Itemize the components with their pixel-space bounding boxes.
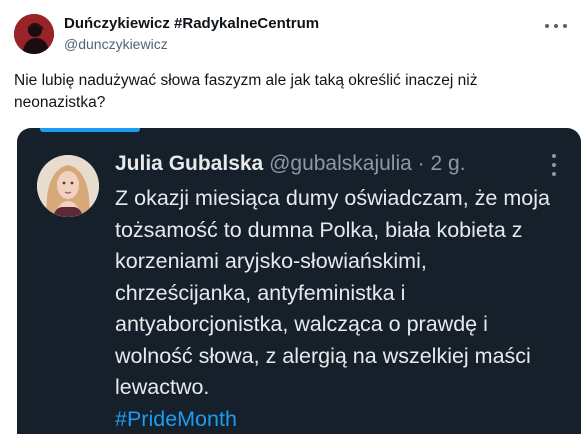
avatar-image [14,14,54,54]
embedded-hashtag: #PrideMonth [115,406,237,431]
embedded-avatar-image [37,155,99,217]
tweet-text: Nie lubię nadużywać słowa faszyzm ale ja… [14,72,478,111]
embedded-body: Z okazji miesiąca dumy oświadczam, że mo… [115,186,550,399]
embedded-display-name: Julia Gubalska [115,152,264,175]
more-vertical-icon [552,154,556,176]
embedded-text: Z okazji miesiąca dumy oświadczam, że mo… [115,183,555,434]
display-name[interactable]: Duńczykiewicz #RadykalneCentrum [64,14,319,33]
user-avatar[interactable] [14,14,54,54]
embedded-header: Julia Gubalska @gubalskajulia · 2 g. [115,150,466,178]
user-info: Duńczykiewicz #RadykalneCentrum @dunczyk… [64,14,319,54]
tweet-card: Duńczykiewicz #RadykalneCentrum @dunczyk… [0,0,581,434]
embedded-handle: @gubalskajulia [269,152,412,175]
embedded-screenshot[interactable]: Julia Gubalska @gubalskajulia · 2 g. Z o… [17,128,581,434]
embedded-time: 2 g. [430,152,466,175]
more-horizontal-icon[interactable] [545,20,567,32]
embedded-avatar [37,155,99,217]
embedded-separator: · [417,152,425,175]
progress-indicator [40,128,140,132]
user-handle[interactable]: @dunczykiewicz [64,35,319,54]
